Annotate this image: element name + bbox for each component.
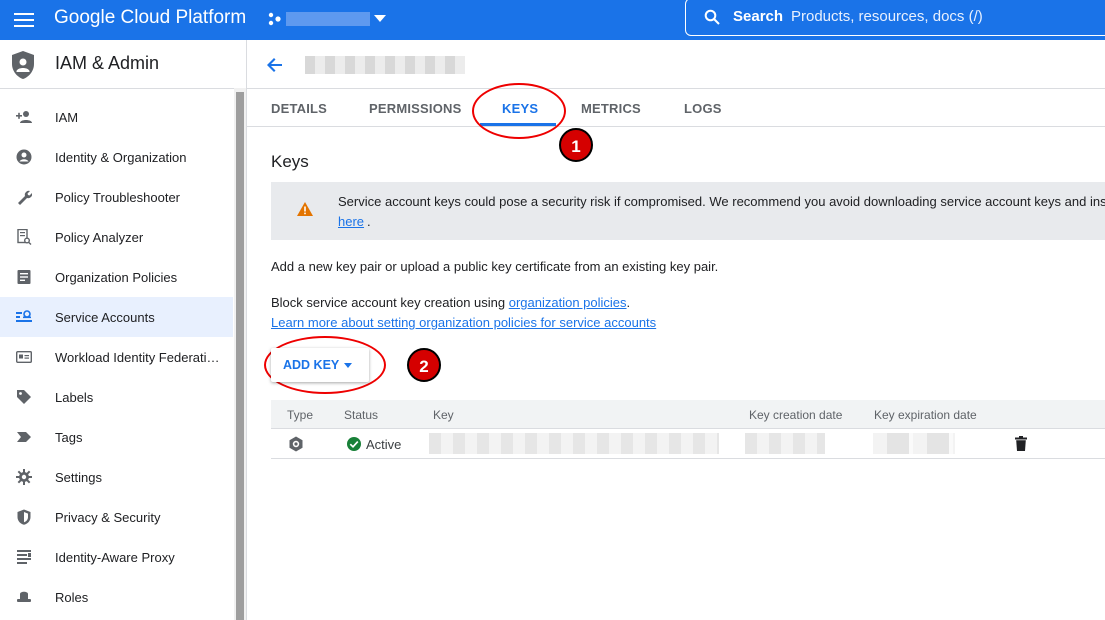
sidebar-item-roles[interactable]: Roles <box>0 577 233 617</box>
project-selector[interactable] <box>268 9 388 29</box>
account-circle-icon <box>16 149 32 165</box>
sidebar-item-label: Identity & Organization <box>55 150 187 165</box>
search-bar[interactable]: Search Products, resources, docs (/) <box>685 0 1105 36</box>
warning-banner: Service account keys could pose a securi… <box>271 182 1105 240</box>
label-icon <box>17 390 31 404</box>
sidebar-item-workload-identity-federation[interactable]: Workload Identity Federati… <box>0 337 233 377</box>
add-key-button[interactable]: ADD KEY <box>271 348 369 382</box>
sidebar: IAM & Admin IAM Identity & Organization … <box>0 40 247 620</box>
table-row: Active <box>271 429 1105 459</box>
annotation-badge-2: 2 <box>407 348 441 382</box>
warning-here-link[interactable]: here <box>338 214 364 229</box>
section-title: Keys <box>271 152 309 171</box>
sidebar-scrollbar[interactable] <box>234 88 246 620</box>
sidebar-item-label: IAM <box>55 110 79 125</box>
service-account-name-redacted <box>305 56 465 74</box>
list-document-icon <box>17 270 31 284</box>
warning-icon <box>297 202 313 216</box>
sidebar-item-label: Policy Troubleshooter <box>55 190 181 205</box>
chevron-down-icon <box>374 15 386 22</box>
back-arrow-icon[interactable] <box>265 55 285 75</box>
sidebar-item-labels[interactable]: Labels <box>0 377 233 417</box>
search-label: Search <box>733 8 784 25</box>
top-bar: Google Cloud Platform Search Products, r… <box>0 0 1105 40</box>
sidebar-item-label: Service Accounts <box>55 310 155 325</box>
sidebar-item-label: Policy Analyzer <box>55 230 144 245</box>
column-header-key-expiration-date: Key expiration date <box>874 408 977 422</box>
check-circle-icon <box>347 437 361 451</box>
sidebar-item-policy-analyzer[interactable]: Policy Analyzer <box>0 217 233 257</box>
table-header: Type Status Key Key creation date Key ex… <box>271 400 1105 429</box>
sidebar-item-tags[interactable]: Tags <box>0 417 233 457</box>
tab-logs[interactable]: LOGS <box>684 101 722 116</box>
scrollbar-thumb[interactable] <box>236 92 244 620</box>
service-account-icon <box>16 310 32 322</box>
keys-table: Type Status Key Key creation date Key ex… <box>271 400 1105 459</box>
project-icon <box>268 12 281 26</box>
sidebar-title: IAM & Admin <box>55 53 160 73</box>
sidebar-item-identity-aware-proxy[interactable]: Identity-Aware Proxy <box>0 537 233 577</box>
person-add-icon <box>16 111 32 123</box>
intro-text: Add a new key pair or upload a public ke… <box>271 259 719 274</box>
search-icon <box>704 9 720 25</box>
menu-icon[interactable] <box>12 8 36 32</box>
project-name-redacted <box>286 12 370 26</box>
sidebar-item-service-accounts[interactable]: Service Accounts <box>0 297 233 337</box>
wrench-icon <box>18 190 32 205</box>
column-header-status: Status <box>344 408 379 422</box>
tag-icon <box>17 432 31 442</box>
sidebar-item-label: Labels <box>55 390 94 405</box>
sidebar-item-settings[interactable]: Settings <box>0 457 233 497</box>
proxy-icon <box>17 550 31 564</box>
search-placeholder: Products, resources, docs (/) <box>791 8 983 25</box>
expiration-date-redacted <box>873 433 955 454</box>
sidebar-item-privacy-security[interactable]: Privacy & Security <box>0 497 233 537</box>
shield-icon <box>17 509 31 525</box>
delete-trash-icon[interactable] <box>1015 436 1027 451</box>
block-creation-text: Block service account key creation using… <box>271 295 630 310</box>
caret-down-icon <box>344 363 352 368</box>
tab-metrics[interactable]: METRICS <box>581 101 641 116</box>
document-search-icon <box>17 229 32 245</box>
tab-details[interactable]: DETAILS <box>271 101 327 116</box>
key-type-gear-icon <box>289 436 303 452</box>
sidebar-item-label: Settings <box>55 470 102 485</box>
annotation-ellipse-keys <box>472 83 566 139</box>
sidebar-item-label: Organization Policies <box>55 270 178 285</box>
key-id-redacted <box>429 433 719 454</box>
column-header-key-creation-date[interactable]: Key creation date <box>749 408 842 422</box>
sidebar-item-label: Tags <box>55 430 83 445</box>
column-header-type: Type <box>287 408 314 422</box>
tab-permissions[interactable]: PERMISSIONS <box>369 101 462 116</box>
sidebar-header: IAM & Admin <box>0 40 246 89</box>
warning-period: . <box>367 214 371 229</box>
gear-icon <box>16 469 32 485</box>
sidebar-nav: IAM Identity & Organization Policy Troub… <box>0 97 233 617</box>
organization-policies-link[interactable]: organization policies <box>509 295 627 310</box>
id-card-icon <box>16 351 32 363</box>
add-key-label: ADD KEY <box>283 358 340 372</box>
block-text: Block service account key creation using <box>271 295 509 310</box>
sidebar-item-identity-organization[interactable]: Identity & Organization <box>0 137 233 177</box>
column-header-key: Key <box>433 408 454 422</box>
sidebar-item-policy-troubleshooter[interactable]: Policy Troubleshooter <box>0 177 233 217</box>
block-period: . <box>626 295 631 310</box>
tab-bar: DETAILS PERMISSIONS KEYS METRICS LOGS <box>247 88 1105 127</box>
sidebar-item-label: Workload Identity Federati… <box>55 350 220 365</box>
creation-date-redacted <box>745 433 825 454</box>
sidebar-item-label: Roles <box>55 590 89 605</box>
sidebar-item-label: Identity-Aware Proxy <box>55 550 175 565</box>
iam-shield-icon <box>12 51 34 79</box>
warning-text: Service account keys could pose a securi… <box>338 194 1105 209</box>
hat-icon <box>17 591 31 602</box>
annotation-badge-1: 1 <box>559 128 593 162</box>
sidebar-item-label: Privacy & Security <box>55 510 161 525</box>
learn-more-link[interactable]: Learn more about setting organization po… <box>271 315 656 330</box>
brand-title[interactable]: Google Cloud Platform <box>54 6 246 30</box>
status-text: Active <box>366 437 402 452</box>
sidebar-item-organization-policies[interactable]: Organization Policies <box>0 257 233 297</box>
sidebar-item-iam[interactable]: IAM <box>0 97 233 137</box>
